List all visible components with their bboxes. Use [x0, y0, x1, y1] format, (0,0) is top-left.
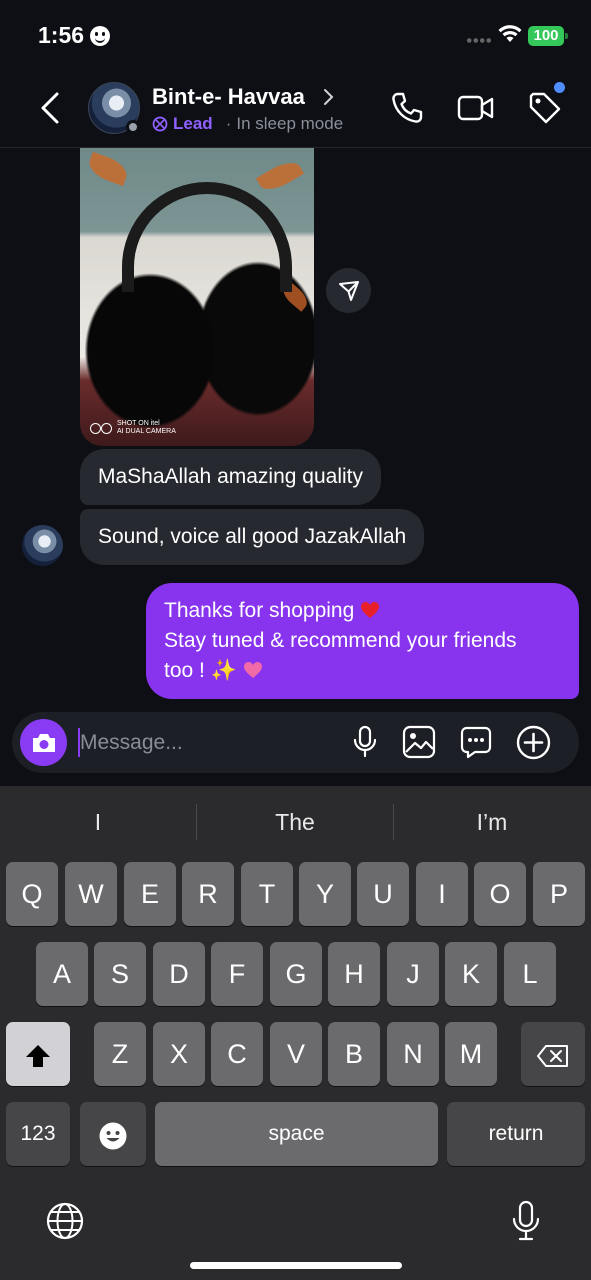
outgoing-line3: too ! ✨	[164, 659, 237, 682]
phone-call-icon[interactable]	[389, 90, 425, 126]
status-bar: 1:56 100	[0, 0, 591, 70]
add-circle-icon[interactable]	[516, 725, 551, 760]
microphone-icon[interactable]	[352, 725, 378, 759]
cellular-signal-icon	[466, 38, 492, 43]
key-q[interactable]: Q	[6, 862, 58, 926]
lead-tag-icon	[152, 116, 168, 132]
message-composer	[12, 712, 579, 773]
key-j[interactable]: J	[387, 942, 439, 1006]
wifi-icon	[498, 25, 522, 42]
status-time: 1:56	[38, 22, 85, 48]
key-r[interactable]: R	[182, 862, 234, 926]
chevron-right-icon[interactable]	[322, 88, 334, 106]
space-key[interactable]: space	[155, 1102, 438, 1166]
key-h[interactable]: H	[328, 942, 380, 1006]
suggestion-1[interactable]: I	[0, 786, 196, 858]
status-separator: ·	[225, 114, 232, 133]
message-input[interactable]	[80, 726, 340, 760]
sleep-status: In sleep mode	[236, 114, 344, 133]
watermark-line2: AI DUAL CAMERA	[117, 428, 176, 435]
key-o[interactable]: O	[474, 862, 526, 926]
key-x[interactable]: X	[153, 1022, 205, 1086]
send-arrow-icon	[338, 280, 359, 301]
outgoing-message[interactable]: Thanks for shopping Stay tuned & recomme…	[146, 583, 579, 699]
lead-label: Lead	[173, 114, 213, 133]
headphones-band	[122, 182, 292, 292]
incoming-message[interactable]: Sound, voice all good JazakAllah	[80, 509, 425, 565]
chat-header: Bint-e- Havvaa Lead · In sleep mode	[0, 70, 591, 148]
key-g[interactable]: G	[270, 942, 322, 1006]
shift-arrow-icon	[26, 1044, 50, 1067]
key-t[interactable]: T	[241, 862, 293, 926]
emoji-key[interactable]	[80, 1102, 146, 1166]
contact-meta: Lead · In sleep mode	[152, 114, 343, 134]
key-f[interactable]: F	[211, 942, 263, 1006]
key-c[interactable]: C	[211, 1022, 263, 1086]
key-y[interactable]: Y	[299, 862, 351, 926]
globe-icon[interactable]	[46, 1202, 84, 1240]
red-heart-emoji	[361, 602, 380, 618]
back-chevron-icon[interactable]	[36, 90, 66, 126]
shift-key[interactable]	[6, 1022, 70, 1086]
dictation-microphone-icon[interactable]	[511, 1200, 541, 1242]
backspace-icon	[537, 1044, 568, 1067]
home-indicator[interactable]	[190, 1262, 402, 1269]
camera-icon	[32, 733, 55, 752]
suggestion-2[interactable]: The	[197, 786, 393, 858]
key-n[interactable]: N	[387, 1022, 439, 1086]
camera-button[interactable]	[20, 719, 67, 766]
key-u[interactable]: U	[357, 862, 409, 926]
battery-indicator: 100	[528, 26, 568, 46]
forward-button[interactable]	[326, 268, 371, 313]
key-m[interactable]: M	[445, 1022, 497, 1086]
key-b[interactable]: B	[328, 1022, 380, 1086]
pink-heart-emoji	[243, 662, 262, 678]
camera-watermark: SHOT ON itel AI DUAL CAMERA	[90, 420, 176, 436]
video-call-icon[interactable]	[457, 90, 495, 126]
key-s[interactable]: S	[94, 942, 146, 1006]
numbers-key[interactable]: 123	[6, 1102, 70, 1166]
sticker-chat-icon[interactable]	[459, 725, 493, 759]
incoming-message[interactable]: MaShaAllah amazing quality	[80, 449, 381, 505]
camera-brand-logo	[90, 422, 112, 434]
key-p[interactable]: P	[533, 862, 585, 926]
return-key[interactable]: return	[447, 1102, 585, 1166]
emoji-icon	[99, 1122, 127, 1150]
gallery-icon[interactable]	[402, 725, 436, 759]
key-d[interactable]: D	[153, 942, 205, 1006]
key-i[interactable]: I	[416, 862, 468, 926]
key-a[interactable]: A	[36, 942, 88, 1006]
notification-dot	[554, 82, 565, 93]
key-k[interactable]: K	[445, 942, 497, 1006]
focus-smiley-icon	[90, 26, 110, 46]
shared-photo[interactable]: SHOT ON itel AI DUAL CAMERA	[80, 148, 314, 446]
contact-name[interactable]: Bint-e- Havvaa	[152, 84, 305, 110]
delete-key[interactable]	[521, 1022, 585, 1086]
watermark-line1: SHOT ON itel	[117, 420, 160, 427]
presence-indicator	[126, 120, 140, 134]
outgoing-line2: Stay tuned & recommend your friends	[164, 629, 517, 652]
key-z[interactable]: Z	[94, 1022, 146, 1086]
key-v[interactable]: V	[270, 1022, 322, 1086]
suggestion-3[interactable]: I’m	[394, 786, 590, 858]
outgoing-line1: Thanks for shopping	[164, 599, 355, 622]
keyboard: I The I’m Q W E R T Y U I O P A S D F G …	[0, 786, 591, 1280]
key-e[interactable]: E	[124, 862, 176, 926]
key-l[interactable]: L	[504, 942, 556, 1006]
key-w[interactable]: W	[65, 862, 117, 926]
sender-avatar[interactable]	[22, 525, 63, 566]
label-tag-icon[interactable]	[527, 90, 563, 126]
